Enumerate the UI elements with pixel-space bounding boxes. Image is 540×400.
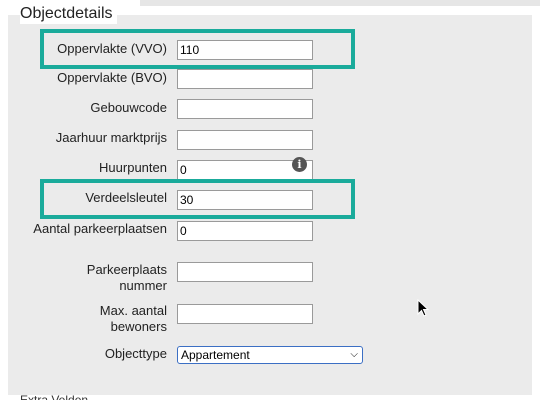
label-oppervlakte-vvo: Oppervlakte (VVO) bbox=[57, 41, 167, 56]
label-gebouwcode: Gebouwcode bbox=[90, 100, 167, 115]
chevron-down-icon: ⌵ bbox=[350, 349, 358, 360]
label-verdeelsleutel: Verdeelsleutel bbox=[85, 190, 167, 205]
label-huurpunten: Huurpunten bbox=[99, 160, 167, 175]
label-max-aantal-bewoners: Max. aantal bewoners bbox=[99, 303, 167, 334]
label-aantal-parkeerplaatsen: Aantal parkeerplaatsen bbox=[33, 221, 167, 236]
oppervlakte-vvo-input[interactable] bbox=[177, 40, 313, 60]
objecttype-select[interactable]: Appartement ⌵ bbox=[177, 346, 363, 364]
info-icon[interactable]: i bbox=[292, 157, 307, 172]
gebouwcode-input[interactable] bbox=[177, 99, 313, 119]
max-aantal-bewoners-input[interactable] bbox=[177, 304, 313, 324]
verdeelsleutel-input[interactable] bbox=[177, 190, 313, 210]
parkeerplaats-nummer-input[interactable] bbox=[177, 262, 313, 282]
label-objecttype: Objecttype bbox=[104, 346, 167, 361]
oppervlakte-bvo-input[interactable] bbox=[177, 69, 313, 89]
label-oppervlakte-bvo: Oppervlakte (BVO) bbox=[57, 70, 167, 85]
section-title: Objectdetails bbox=[20, 4, 117, 24]
top-strip bbox=[140, 0, 540, 6]
mouse-cursor-icon bbox=[417, 299, 429, 317]
jaarhuur-marktprijs-input[interactable] bbox=[177, 130, 313, 150]
label-jaarhuur-marktprijs: Jaarhuur marktprijs bbox=[55, 130, 167, 145]
label-parkeerplaats-nummer: Parkeerplaats nummer bbox=[86, 262, 167, 293]
aantal-parkeerplaatsen-input[interactable] bbox=[177, 221, 313, 241]
next-section-title: Extra Velden bbox=[20, 394, 88, 400]
objecttype-selected-value: Appartement bbox=[181, 348, 250, 362]
